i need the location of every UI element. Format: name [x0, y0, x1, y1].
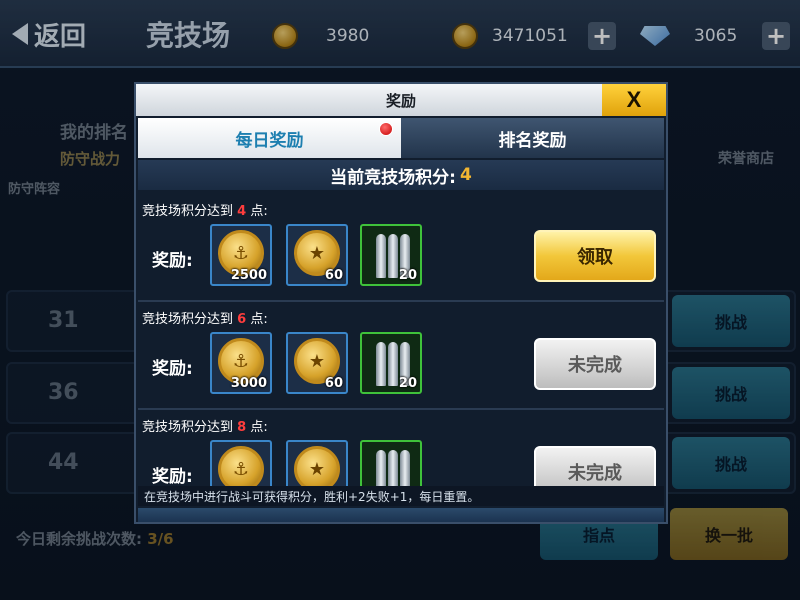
modal-title: 奖励 — [385, 91, 416, 110]
current-score-bar: 当前竞技场积分: 4 — [138, 160, 664, 190]
reward-row-title: 竞技场积分达到 4 点: — [142, 200, 268, 219]
reward-item[interactable]: 20 — [360, 224, 422, 286]
title-suffix: 点: — [250, 420, 268, 435]
tab-label: 每日奖励 — [235, 130, 304, 151]
reward-label: 奖励: — [152, 251, 193, 271]
reward-item[interactable]: 20 — [360, 332, 422, 394]
reward-row-title: 竞技场积分达到 8 点: — [142, 416, 268, 435]
claim-button[interactable]: 领取 — [534, 230, 656, 282]
tab-daily-rewards[interactable]: 每日奖励 — [138, 118, 401, 158]
close-button[interactable]: X — [602, 84, 666, 116]
required-points: 4 — [237, 204, 247, 219]
reward-label: 奖励: — [152, 359, 193, 379]
incomplete-button[interactable]: 未完成 — [534, 446, 656, 486]
reward-row: 竞技场积分达到 8 点: 奖励: ⚓ ★ 未完成 — [138, 410, 664, 486]
item-qty: 60 — [324, 376, 343, 391]
tab-label: 排名奖励 — [498, 130, 567, 151]
title-prefix: 竞技场积分达到 — [142, 312, 234, 327]
reward-item[interactable]: ★ 60 — [286, 224, 348, 286]
required-points: 6 — [237, 312, 247, 327]
title-prefix: 竞技场积分达到 — [142, 420, 234, 435]
reward-row: 竞技场积分达到 4 点: 奖励: ⚓ 2500 ★ 60 20 领取 — [138, 194, 664, 302]
item-qty: 3000 — [230, 376, 267, 391]
reward-label: 奖励: — [152, 467, 193, 486]
item-qty: 2500 — [230, 268, 267, 283]
reward-item[interactable] — [360, 440, 422, 486]
item-qty: 20 — [398, 376, 417, 391]
reward-row: 竞技场积分达到 6 点: 奖励: ⚓ 3000 ★ 60 20 未完成 — [138, 302, 664, 410]
reward-item[interactable]: ★ — [286, 440, 348, 486]
reward-list[interactable]: 竞技场积分达到 4 点: 奖励: ⚓ 2500 ★ 60 20 领取 竞技场积分… — [138, 194, 664, 486]
reward-tabs: 每日奖励 排名奖励 — [138, 118, 664, 158]
title-suffix: 点: — [250, 312, 268, 327]
score-label: 当前竞技场积分: — [330, 167, 456, 188]
score-value: 4 — [459, 165, 472, 185]
item-qty: 60 — [324, 268, 343, 283]
tab-rank-rewards[interactable]: 排名奖励 — [401, 118, 664, 158]
notification-dot-icon — [379, 122, 393, 136]
rules-note: 在竞技场中进行战斗可获得积分，胜利+2失败+1，每日重置。 — [138, 486, 664, 506]
modal-bottom-bar — [138, 508, 664, 522]
reward-item[interactable]: ⚓ 3000 — [210, 332, 272, 394]
reward-item[interactable]: ★ 60 — [286, 332, 348, 394]
reward-modal: 奖励 X 每日奖励 排名奖励 当前竞技场积分: 4 竞技场积分达到 4 点: 奖… — [134, 82, 668, 524]
reward-row-title: 竞技场积分达到 6 点: — [142, 308, 268, 327]
item-qty: 20 — [398, 268, 417, 283]
required-points: 8 — [237, 420, 247, 435]
modal-header: 奖励 X — [136, 84, 666, 116]
incomplete-button[interactable]: 未完成 — [534, 338, 656, 390]
reward-item[interactable]: ⚓ — [210, 440, 272, 486]
title-suffix: 点: — [250, 204, 268, 219]
reward-item[interactable]: ⚓ 2500 — [210, 224, 272, 286]
star-medal-icon: ★ — [294, 446, 340, 486]
title-prefix: 竞技场积分达到 — [142, 204, 234, 219]
anchor-coin-icon: ⚓ — [218, 446, 264, 486]
